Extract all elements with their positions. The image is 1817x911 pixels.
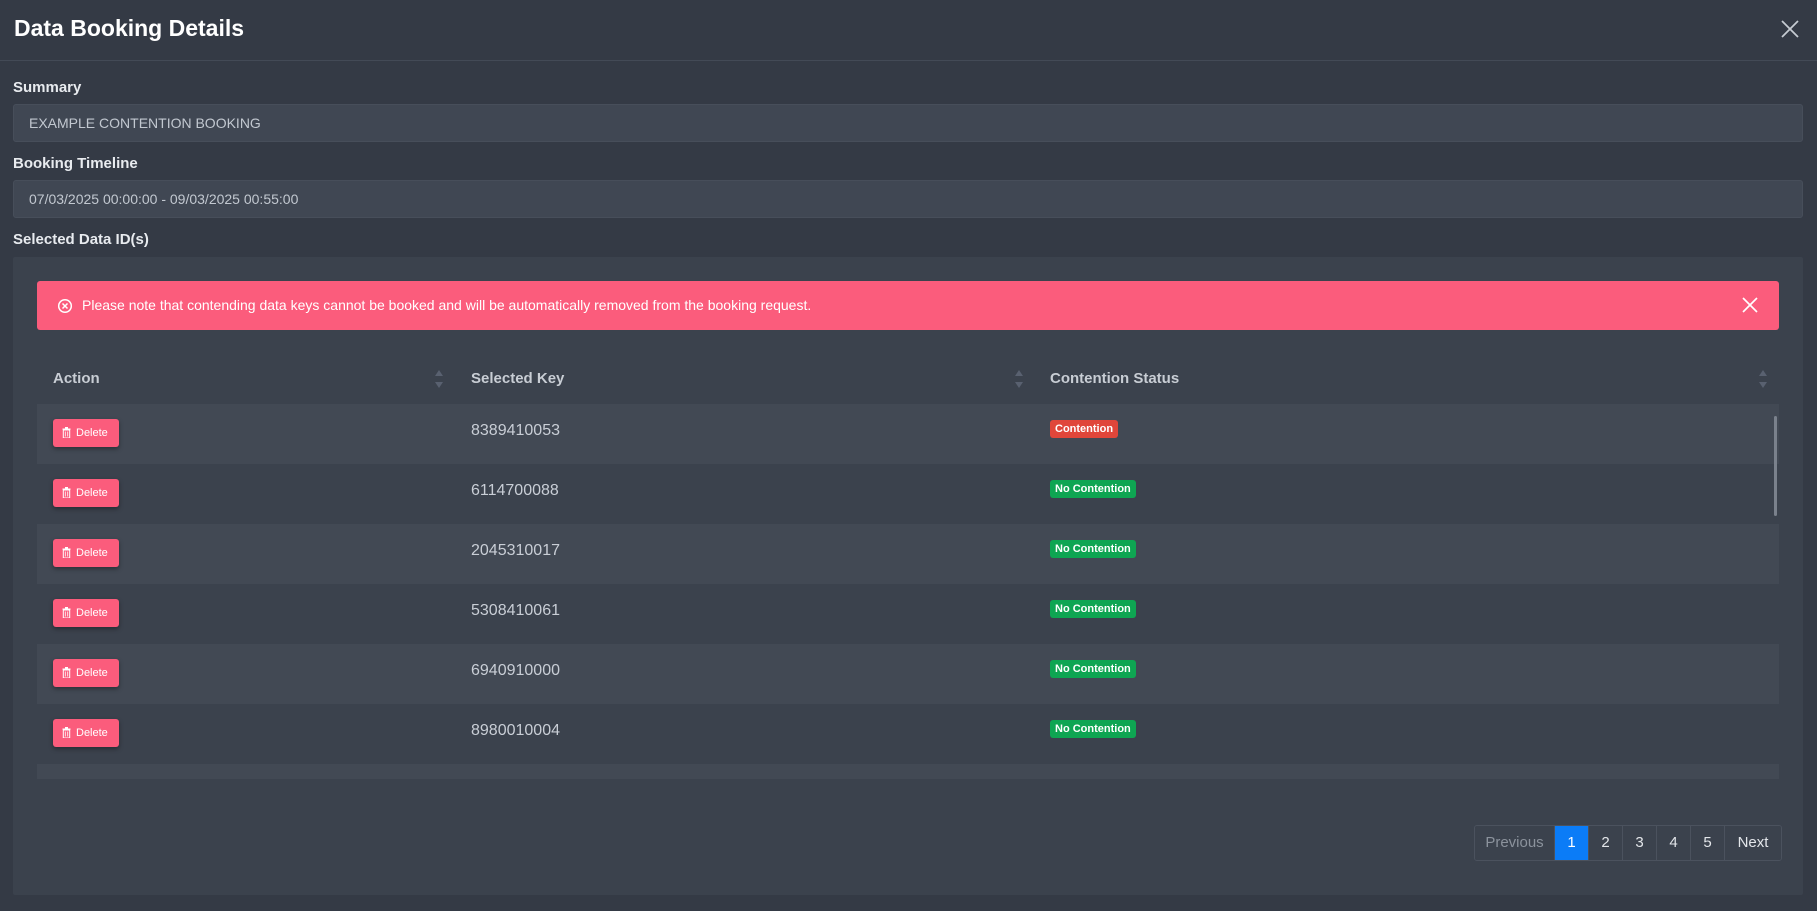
selected-data-panel: Please note that contending data keys ca… [13, 257, 1803, 895]
status-badge: No Contention [1050, 660, 1136, 678]
column-header-contention-status[interactable]: Contention Status [1050, 354, 1179, 404]
delete-button[interactable]: Delete [53, 719, 119, 747]
selected-key: 6940910000 [471, 662, 560, 679]
table-row: Delete 5308410061 No Contention [37, 584, 1779, 644]
delete-button[interactable]: Delete [53, 419, 119, 447]
delete-label: Delete [76, 547, 108, 559]
status-badge: No Contention [1050, 480, 1136, 498]
table-row: Delete 6940910000 No Contention [37, 644, 1779, 704]
close-icon[interactable] [1779, 18, 1801, 40]
modal-title: Data Booking Details [14, 15, 245, 41]
table-row: Delete 6114700088 No Contention [37, 464, 1779, 524]
table-body[interactable]: Delete 8389410053 Contention Delete 6114… [37, 404, 1779, 779]
status-badge: No Contention [1050, 600, 1136, 618]
summary-label: Summary [13, 79, 82, 96]
table-header: Action Selected Key Contention Status [37, 354, 1779, 404]
delete-button[interactable]: Delete [53, 599, 119, 627]
sort-icon[interactable] [1014, 368, 1024, 392]
table-row-partial [37, 764, 1779, 779]
selected-key: 8389410053 [471, 422, 560, 439]
pagination-page-2[interactable]: 2 [1589, 826, 1623, 860]
contention-alert: Please note that contending data keys ca… [37, 281, 1779, 330]
selected-key: 6114700088 [471, 482, 559, 499]
pagination-page-3[interactable]: 3 [1623, 826, 1657, 860]
delete-label: Delete [76, 607, 108, 619]
column-header-selected-key[interactable]: Selected Key [471, 354, 564, 404]
pagination-page-4[interactable]: 4 [1657, 826, 1691, 860]
delete-label: Delete [76, 727, 108, 739]
trash-icon [62, 547, 71, 558]
delete-button[interactable]: Delete [53, 659, 119, 687]
alert-message: Please note that contending data keys ca… [82, 297, 812, 313]
modal-header: Data Booking Details [0, 0, 1817, 61]
selected-key: 5308410061 [471, 602, 560, 619]
trash-icon [62, 607, 71, 618]
trash-icon [62, 727, 71, 738]
trash-icon [62, 667, 71, 678]
pagination-next[interactable]: Next [1725, 826, 1781, 860]
trash-icon [62, 427, 71, 438]
selected-data-ids-label: Selected Data ID(s) [13, 231, 149, 248]
selected-key: 8980010004 [471, 722, 560, 739]
table-row: Delete 8980010004 No Contention [37, 704, 1779, 764]
sort-icon[interactable] [1758, 368, 1768, 392]
pagination: Previous 1 2 3 4 5 Next [1474, 825, 1782, 861]
delete-button[interactable]: Delete [53, 539, 119, 567]
status-badge: No Contention [1050, 540, 1136, 558]
error-circle-icon [57, 298, 73, 314]
alert-close-icon[interactable] [1741, 296, 1759, 314]
table-scrollbar[interactable] [1774, 416, 1777, 516]
sort-icon[interactable] [434, 368, 444, 392]
table-row: Delete 8389410053 Contention [37, 404, 1779, 464]
pagination-page-5[interactable]: 5 [1691, 826, 1725, 860]
delete-label: Delete [76, 667, 108, 679]
booking-timeline-field: 07/03/2025 00:00:00 - 09/03/2025 00:55:0… [13, 180, 1803, 218]
summary-field: EXAMPLE CONTENTION BOOKING [13, 104, 1803, 142]
trash-icon [62, 487, 71, 498]
pagination-page-1[interactable]: 1 [1555, 826, 1589, 860]
delete-button[interactable]: Delete [53, 479, 119, 507]
booking-timeline-label: Booking Timeline [13, 155, 138, 172]
selected-key: 2045310017 [471, 542, 560, 559]
status-badge: Contention [1050, 420, 1119, 438]
delete-label: Delete [76, 487, 108, 499]
table-row: Delete 2045310017 No Contention [37, 524, 1779, 584]
column-header-action[interactable]: Action [53, 354, 100, 404]
delete-label: Delete [76, 427, 108, 439]
pagination-previous[interactable]: Previous [1475, 826, 1555, 860]
status-badge: No Contention [1050, 720, 1136, 738]
